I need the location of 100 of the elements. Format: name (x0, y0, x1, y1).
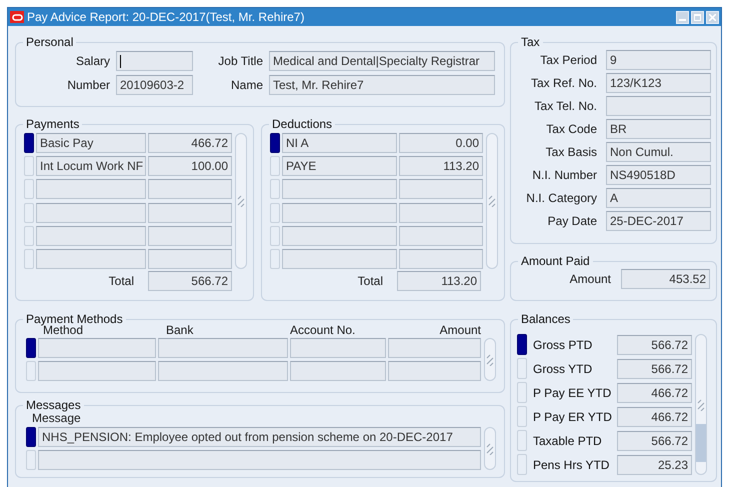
section-title: Amount Paid (520, 254, 591, 268)
text-field[interactable]: NHS_PENSION: Employee opted out from pension scheme on 20-DEC-2017 (38, 427, 481, 447)
text-field[interactable] (36, 226, 146, 246)
column-header: Amount (438, 323, 481, 337)
field-label: Tax Period (539, 53, 597, 67)
balance-label: Gross PTD (533, 338, 594, 352)
text-field[interactable] (148, 226, 232, 246)
maximize-icon[interactable] (691, 10, 704, 24)
text-field[interactable] (38, 361, 156, 381)
scroll-bar[interactable] (235, 133, 247, 269)
text-field[interactable]: Basic Pay (36, 133, 146, 154)
text-field[interactable] (158, 338, 288, 358)
text-field[interactable] (399, 226, 483, 246)
minimize-icon[interactable] (676, 10, 689, 24)
text-field[interactable] (399, 202, 483, 223)
field-label: Name (230, 78, 263, 92)
field-label: Tax Basis (544, 145, 597, 159)
text-field[interactable] (282, 248, 397, 269)
text-field[interactable] (290, 338, 386, 358)
text-field[interactable]: Non Cumul. (606, 142, 711, 162)
text-field[interactable]: 566.72 (617, 358, 692, 378)
app-logo-icon (10, 11, 24, 23)
text-field[interactable] (148, 248, 232, 269)
text-field[interactable]: 566.72 (617, 334, 692, 354)
total-label: Total (358, 274, 383, 288)
text-field[interactable]: 566.72 (617, 430, 692, 450)
balance-label: Gross YTD (533, 362, 594, 376)
text-field[interactable] (399, 248, 483, 269)
text-field[interactable] (282, 226, 397, 246)
text-field[interactable]: 9 (606, 50, 711, 70)
field-label: Tax Tel. No. (534, 99, 597, 113)
section-title: Messages (25, 398, 82, 412)
text-field[interactable] (36, 202, 146, 223)
record-selector[interactable] (270, 133, 280, 154)
column-header: Bank (165, 323, 194, 337)
field-label: Amount (570, 272, 611, 286)
text-field[interactable] (148, 202, 232, 223)
text-field[interactable]: 466.72 (617, 406, 692, 426)
text-field[interactable] (148, 179, 232, 200)
record-selector[interactable] (24, 133, 34, 154)
text-field[interactable] (399, 179, 483, 200)
text-field[interactable] (38, 338, 156, 358)
window-title: Pay Advice Report: 20-DEC-2017(Test, Mr. Rehire7) (27, 10, 304, 24)
section-title: Payment Methods (25, 312, 124, 326)
scroll-bar[interactable] (486, 133, 498, 269)
text-field[interactable]: Test, Mr. Rehire7 (269, 75, 495, 95)
total-label: Total (108, 274, 134, 288)
text-field[interactable] (158, 361, 288, 381)
text-field[interactable]: PAYE (282, 156, 397, 176)
text-field[interactable]: 466.72 (148, 133, 232, 154)
text-field[interactable]: NS490518D (606, 165, 711, 185)
text-field[interactable] (388, 361, 481, 381)
section-title: Payments (25, 117, 80, 131)
column-header: Account No. (290, 323, 356, 337)
text-field[interactable] (282, 179, 397, 200)
scroll-bar[interactable] (484, 338, 496, 381)
text-field[interactable] (290, 361, 386, 381)
balance-label: Taxable PTD (533, 434, 603, 448)
column-header: Message (32, 412, 82, 425)
field-label: Job Title (217, 54, 263, 68)
text-field[interactable]: BR (606, 119, 711, 139)
total-field[interactable]: 566.72 (148, 271, 232, 291)
text-field[interactable] (36, 179, 146, 200)
close-icon[interactable] (706, 10, 719, 24)
amount-field[interactable]: 453.52 (621, 269, 710, 289)
scroll-bar[interactable] (484, 427, 496, 470)
text-field[interactable]: 20109603-2 (116, 75, 193, 95)
text-field[interactable]: Medical and Dental|Specialty Registrar (269, 51, 495, 71)
field-label: Salary (74, 54, 110, 68)
column-header: Method (43, 323, 84, 337)
section-title: Personal (25, 35, 74, 49)
section-title: Tax (520, 35, 541, 49)
section-title: Balances (520, 312, 572, 326)
text-field[interactable]: A (606, 188, 711, 208)
text-field[interactable] (116, 51, 193, 71)
text-field[interactable]: 113.20 (399, 156, 483, 176)
section-title: Deductions (271, 117, 334, 131)
text-field[interactable] (38, 450, 481, 470)
field-label: N.I. Number (531, 168, 597, 182)
text-field[interactable] (606, 96, 711, 116)
text-field[interactable]: 123/K123 (606, 73, 711, 93)
field-label: Pay Date (546, 214, 597, 228)
balance-label: Pens Hrs YTD (533, 458, 610, 472)
text-field[interactable] (388, 338, 481, 358)
text-field[interactable]: 25-DEC-2017 (606, 211, 711, 231)
text-field[interactable]: NI A (282, 133, 397, 154)
text-field[interactable]: Int Locum Work NF (36, 156, 146, 176)
text-field[interactable]: 25.23 (617, 454, 692, 474)
text-field[interactable] (36, 248, 146, 269)
text-field[interactable]: 0.00 (399, 133, 483, 154)
total-field[interactable]: 113.20 (397, 271, 481, 291)
text-field[interactable] (282, 202, 397, 223)
field-label: Tax Code (545, 122, 597, 136)
field-label: Tax Ref. No. (530, 76, 597, 90)
balance-label: P Pay ER YTD (533, 410, 613, 424)
field-label: Number (66, 78, 110, 92)
balance-label: P Pay EE YTD (533, 386, 612, 400)
text-field[interactable]: 100.00 (148, 156, 232, 176)
text-field[interactable]: 466.72 (617, 382, 692, 402)
scroll-bar[interactable] (695, 334, 707, 475)
